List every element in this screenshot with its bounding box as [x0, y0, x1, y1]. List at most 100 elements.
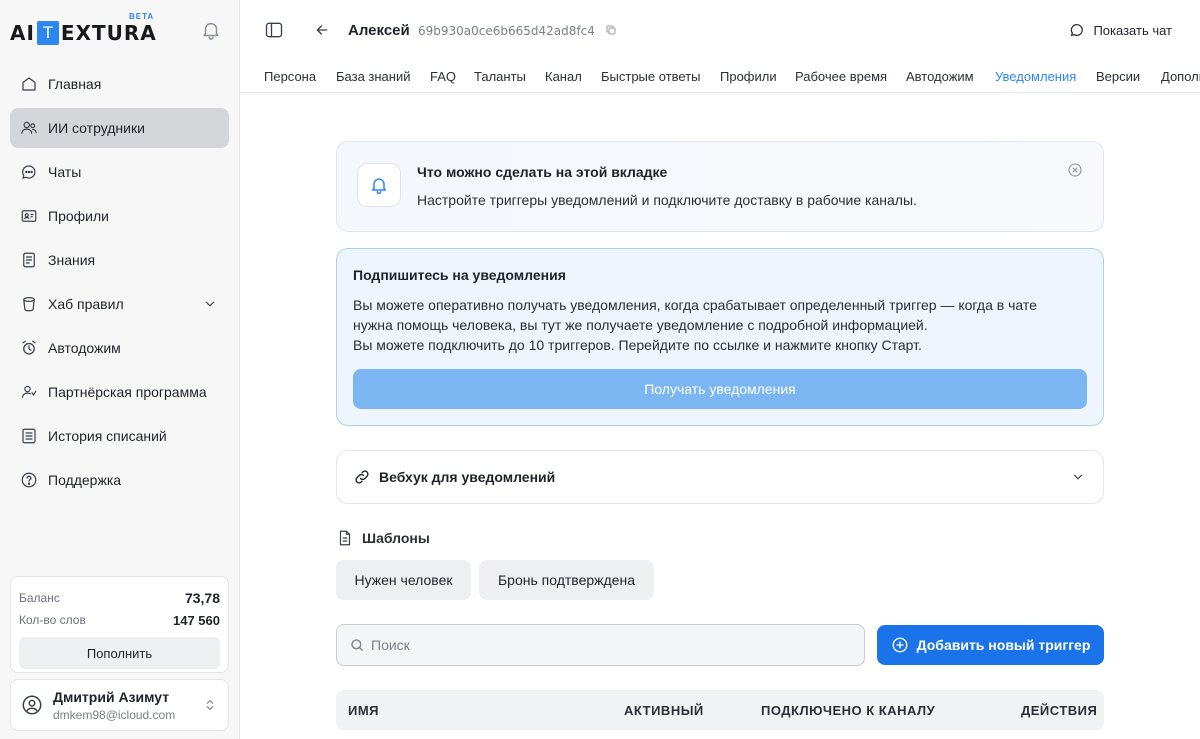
words-count-label: Кол-во слов	[19, 613, 86, 627]
copy-icon[interactable]	[605, 24, 617, 36]
close-icon[interactable]	[1067, 162, 1083, 178]
users-icon	[21, 121, 37, 134]
sidebar-item-autofollowup[interactable]: Автодожим	[10, 328, 229, 368]
sidebar-item-label: Партнёрская программа	[48, 384, 207, 400]
sidebar-item-label: Поддержка	[48, 472, 122, 488]
tab-channel[interactable]: Канал	[545, 69, 582, 92]
agent-name: Алексей	[348, 22, 410, 39]
home-icon	[22, 77, 36, 91]
balance-card: Баланс 73,78 Кол-во слов 147 560 Пополни…	[10, 576, 229, 673]
list-icon	[22, 428, 36, 444]
info-banner: Что можно сделать на этой вкладке Настро…	[336, 141, 1104, 232]
sidebar-item-profiles[interactable]: Профили	[10, 196, 229, 236]
tab-working-hours[interactable]: Рабочее время	[795, 69, 887, 92]
sidebar-nav: Главная ИИ сотрудники Чаты Профили Знани…	[10, 64, 229, 504]
add-trigger-button[interactable]: Добавить новый триггер	[877, 625, 1104, 665]
search-icon	[351, 639, 363, 651]
words-count-value: 147 560	[173, 612, 220, 628]
sidebar-item-label: Профили	[48, 208, 109, 224]
subscribe-line-3: Вы можете подключить до 10 триггеров. Пе…	[353, 337, 922, 353]
show-chat-label: Показать чат	[1093, 22, 1172, 38]
tab-quick-replies[interactable]: Быстрые ответы	[601, 69, 701, 92]
column-header-active[interactable]: АКТИВНЫЙ	[624, 703, 704, 718]
sidebar-item-label: Знания	[48, 252, 96, 268]
tab-talents[interactable]: Таланты	[474, 69, 526, 92]
sidebar-item-label: Хаб правил	[48, 296, 124, 312]
toggle-sidebar-icon[interactable]	[264, 20, 284, 40]
info-icon-box	[357, 163, 401, 207]
sidebar-item-rules-hub[interactable]: Хаб правил	[10, 284, 229, 324]
logo-box-letter: T	[36, 21, 59, 45]
user-name: Дмитрий Азимут	[53, 688, 170, 705]
partner-icon	[22, 385, 37, 398]
template-chip-need-human[interactable]: Нужен человек	[336, 560, 471, 600]
subscribe-title: Подпишитесь на уведомления	[353, 267, 566, 283]
sidebar-item-home[interactable]: Главная	[10, 64, 229, 104]
balance-value: 73,78	[184, 590, 220, 606]
notifications-bell-icon[interactable]	[200, 19, 222, 41]
tab-knowledge-base[interactable]: База знаний	[336, 69, 411, 92]
sidebar-item-charges-history[interactable]: История списаний	[10, 416, 229, 456]
sidebar: AI T EXTURA BETA Главная ИИ сотрудники Ч…	[0, 0, 240, 739]
app-logo[interactable]: AI T EXTURA BETA	[10, 12, 157, 48]
user-menu[interactable]: Дмитрий Азимут dmkem98@icloud.com	[10, 679, 229, 731]
search-input[interactable]	[371, 637, 851, 653]
chat-bubble-icon	[1071, 24, 1084, 37]
column-header-channel[interactable]: ПОДКЛЮЧЕНО К КАНАЛУ	[761, 703, 935, 718]
column-header-actions[interactable]: ДЕЙСТВИЯ	[1021, 703, 1097, 718]
webhook-accordion[interactable]: Вебхук для уведомлений	[336, 450, 1104, 504]
sidebar-item-support[interactable]: Поддержка	[10, 460, 229, 500]
top-bar: Алексей 69b930a0ce6b665d42ad8fc4 Показат…	[240, 0, 1200, 60]
tab-additional[interactable]: Дополн	[1161, 69, 1200, 92]
column-header-name[interactable]: ИМЯ	[348, 703, 379, 718]
sidebar-item-label: История списаний	[48, 428, 167, 444]
template-chip-booking-confirmed[interactable]: Бронь подтверждена	[479, 560, 654, 600]
tab-faq[interactable]: FAQ	[430, 69, 456, 92]
add-trigger-label: Добавить новый триггер	[916, 637, 1091, 653]
logo-text-left: AI	[10, 21, 35, 45]
templates-title: Шаблоны	[362, 530, 430, 546]
agent-id: 69b930a0ce6b665d42ad8fc4	[418, 24, 595, 38]
info-title: Что можно сделать на этой вкладке	[417, 164, 668, 180]
alarm-icon	[22, 340, 36, 355]
tab-autofollowup[interactable]: Автодожим	[906, 69, 974, 92]
help-icon	[21, 472, 37, 488]
sidebar-item-label: Главная	[48, 76, 102, 92]
link-icon	[355, 470, 369, 484]
chevron-down-icon[interactable]	[203, 297, 217, 311]
templates-heading: Шаблоны	[336, 529, 430, 547]
sidebar-item-label: Автодожим	[48, 340, 121, 356]
logo-text-right: EXTURA	[60, 21, 157, 45]
chevron-down-icon	[1073, 474, 1083, 480]
subscribe-card: Подпишитесь на уведомления Вы можете опе…	[336, 248, 1104, 426]
sidebar-item-partner-program[interactable]: Партнёрская программа	[10, 372, 229, 412]
subscribe-line-1: Вы можете оперативно получать уведомлени…	[353, 297, 1037, 313]
get-notifications-button[interactable]: Получать уведомления	[353, 369, 1087, 409]
tab-notifications[interactable]: Уведомления	[995, 69, 1076, 92]
avatar-icon	[22, 695, 42, 715]
subscribe-line-2: нужна помощь человека, вы тут же получае…	[353, 317, 928, 333]
sidebar-item-label: Чаты	[48, 164, 82, 180]
show-chat-button[interactable]: Показать чат	[1069, 22, 1172, 38]
chat-icon	[22, 165, 36, 179]
file-icon	[339, 530, 351, 546]
sidebar-item-knowledge[interactable]: Знания	[10, 240, 229, 280]
tab-profiles[interactable]: Профили	[720, 69, 777, 92]
sidebar-item-chats[interactable]: Чаты	[10, 152, 229, 192]
info-text: Настройте триггеры уведомлений и подключ…	[417, 192, 917, 208]
search-box	[336, 624, 865, 666]
back-arrow-icon[interactable]	[314, 22, 330, 38]
profile-icon	[21, 210, 37, 222]
tab-persona[interactable]: Персона	[264, 69, 316, 92]
tab-versions[interactable]: Версии	[1096, 69, 1140, 92]
bell-icon	[372, 178, 386, 195]
chevron-updown-icon	[206, 699, 214, 711]
document-icon	[23, 252, 35, 268]
bucket-icon	[23, 297, 35, 312]
plus-circle-icon	[892, 637, 908, 653]
balance-label: Баланс	[19, 591, 60, 605]
topup-button[interactable]: Пополнить	[19, 637, 220, 669]
beta-badge: BETA	[129, 12, 155, 21]
sidebar-item-ai-employees[interactable]: ИИ сотрудники	[10, 108, 229, 148]
triggers-table-header: ИМЯ АКТИВНЫЙ ПОДКЛЮЧЕНО К КАНАЛУ ДЕЙСТВИ…	[336, 690, 1104, 730]
